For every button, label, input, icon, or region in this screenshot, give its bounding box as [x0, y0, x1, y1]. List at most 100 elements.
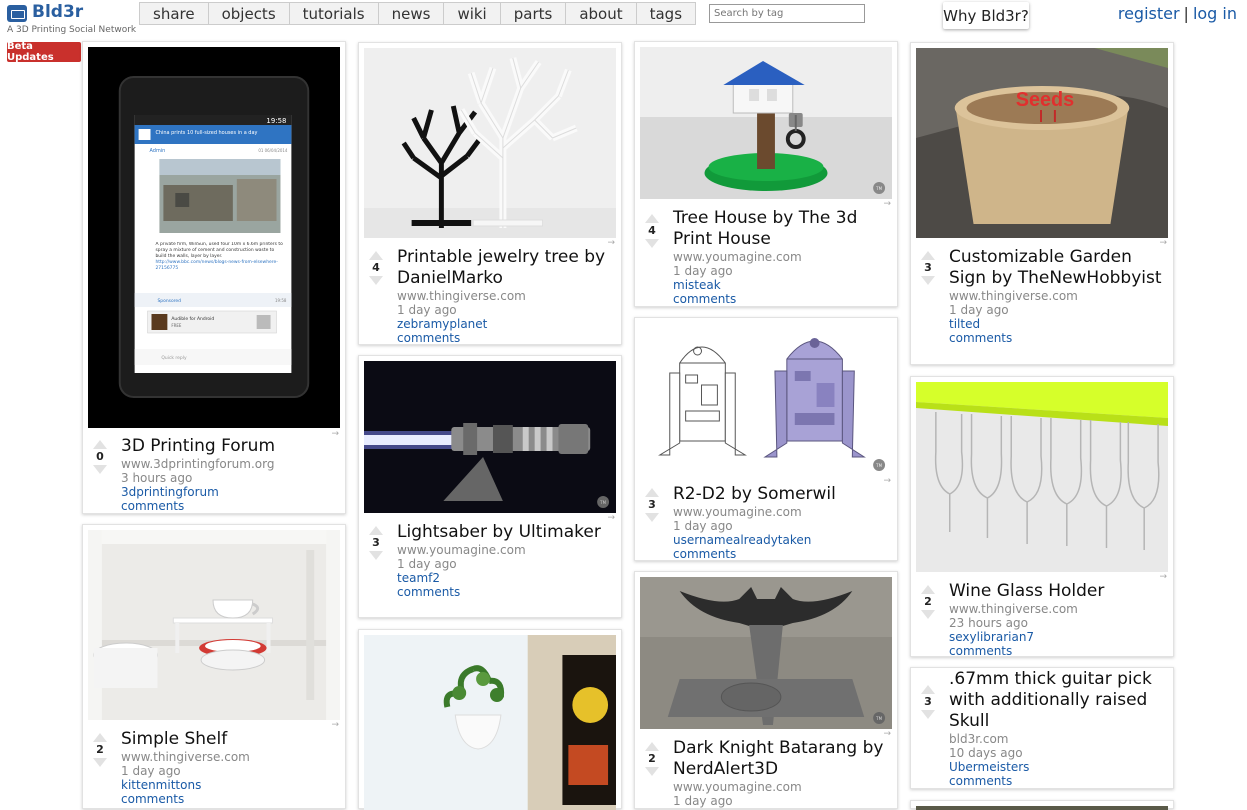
upvote-icon[interactable] [369, 251, 383, 260]
item-time: 1 day ago [397, 557, 457, 571]
item-title[interactable]: R2-D2 by Somerwil [673, 484, 891, 505]
upvote-icon[interactable] [369, 526, 383, 535]
item-thumbnail[interactable] [88, 530, 340, 720]
trademark-mark: TM [599, 500, 606, 505]
phone-article-body: A private firm, WinSun, used four 10m x … [155, 242, 283, 259]
vote-control: 3 [367, 526, 385, 560]
downvote-icon[interactable] [645, 513, 659, 522]
vote-count: 4 [372, 261, 380, 274]
item-comments-link[interactable]: comments [673, 292, 891, 306]
trademark-mark: TM [875, 186, 882, 191]
downvote-icon[interactable] [93, 758, 107, 767]
item-thumbnail[interactable]: TM [640, 47, 892, 199]
item-time: 1 day ago [949, 303, 1009, 317]
upvote-icon[interactable] [921, 685, 935, 694]
item-user-link[interactable]: 3dprintingforum [121, 485, 339, 499]
item-card: 3 .67mm thick guitar pick with additiona… [910, 667, 1174, 789]
nav-wiki[interactable]: wiki [444, 3, 501, 24]
upvote-icon[interactable] [93, 440, 107, 449]
upvote-icon[interactable] [645, 742, 659, 751]
downvote-icon[interactable] [921, 710, 935, 719]
downvote-icon[interactable] [921, 610, 935, 619]
item-source: bld3r.com [949, 732, 1009, 746]
auth-links: register | log in [1118, 4, 1237, 23]
item-user-link[interactable]: misteak [673, 278, 891, 292]
item-card [910, 800, 1174, 810]
phone-headline: China prints 10 full-sized houses in a d… [155, 130, 257, 136]
register-link[interactable]: register [1118, 4, 1180, 23]
vote-control: 4 [367, 251, 385, 285]
nav-parts[interactable]: parts [501, 3, 567, 24]
item-comments-link[interactable]: comments [397, 585, 615, 599]
item-info: Dark Knight Batarang by NerdAlert3D www.… [673, 738, 891, 808]
item-title[interactable]: 3D Printing Forum [121, 436, 339, 457]
item-comments-link[interactable]: comments [949, 644, 1167, 658]
item-title[interactable]: Dark Knight Batarang by NerdAlert3D [673, 738, 891, 780]
downvote-icon[interactable] [93, 465, 107, 474]
nav-objects[interactable]: objects [209, 3, 290, 24]
item-time: 10 days ago [949, 746, 1023, 760]
downvote-icon[interactable] [369, 276, 383, 285]
item-thumbnail[interactable] [916, 382, 1168, 572]
phone-sponsored-time: 19:58 [275, 298, 287, 303]
item-user-link[interactable]: kittenmittons [121, 778, 339, 792]
upvote-icon[interactable] [921, 251, 935, 260]
item-user-link[interactable]: sexylibrarian7 [949, 630, 1167, 644]
item-title[interactable]: Printable jewelry tree by DanielMarko [397, 247, 615, 289]
item-title[interactable]: Simple Shelf [121, 729, 339, 750]
item-title[interactable]: Tree House by The 3d Print House [673, 208, 891, 250]
item-thumbnail[interactable] [916, 806, 1168, 810]
nav-tutorials[interactable]: tutorials [290, 3, 379, 24]
item-source: www.youmagine.com [673, 505, 802, 519]
nav-tags[interactable]: tags [637, 3, 695, 24]
item-thumbnail[interactable]: TM [364, 361, 616, 513]
beta-updates-button[interactable]: Beta Updates [7, 41, 81, 63]
item-time: 3 hours ago [121, 471, 193, 485]
item-thumbnail[interactable]: TM [640, 323, 892, 476]
item-thumbnail[interactable]: 19:58 China prints 10 full-sized houses … [88, 47, 340, 428]
nav-share[interactable]: share [140, 3, 209, 24]
downvote-icon[interactable] [369, 551, 383, 560]
item-comments-link[interactable]: comments [673, 547, 891, 561]
item-user-link[interactable]: zebramyplanet [397, 317, 615, 331]
item-thumbnail[interactable] [364, 48, 616, 238]
tag-search-input[interactable] [709, 4, 865, 23]
item-thumbnail[interactable]: Seeds [916, 48, 1168, 238]
item-title[interactable]: Lightsaber by Ultimaker [397, 522, 615, 543]
why-bld3r-button[interactable]: Why Bld3r? [943, 2, 1029, 29]
item-time: 1 day ago [397, 303, 457, 317]
downvote-icon[interactable] [645, 767, 659, 776]
upvote-icon[interactable] [93, 733, 107, 742]
item-comments-link[interactable]: comments [949, 331, 1167, 345]
upvote-icon[interactable] [921, 585, 935, 594]
item-source: www.thingiverse.com [121, 750, 250, 764]
item-comments-link[interactable]: comments [397, 331, 615, 345]
item-time: 1 day ago [673, 264, 733, 278]
item-card: → 2 Simple Shelf www.thingiverse.com 1 d… [82, 524, 346, 809]
item-comments-link[interactable]: comments [121, 792, 339, 806]
item-comments-link[interactable]: comments [121, 499, 339, 513]
item-title[interactable]: Customizable Garden Sign by TheNewHobbyi… [949, 247, 1167, 289]
item-user-link[interactable]: teamf2 [397, 571, 615, 585]
login-link[interactable]: log in [1193, 4, 1237, 23]
item-user-link[interactable]: usernamealreadytaken [673, 533, 891, 547]
downvote-icon[interactable] [645, 239, 659, 248]
item-card: TM → 3 Lightsaber by Ultimaker www.youma… [358, 355, 622, 618]
item-thumbnail[interactable] [364, 635, 616, 810]
nav-news[interactable]: news [379, 3, 445, 24]
item-card: TM → 3 R2-D2 by Somerwil www.youmagine.c… [634, 317, 898, 561]
nav-about[interactable]: about [566, 3, 637, 24]
item-comments-link[interactable]: comments [949, 774, 1167, 788]
item-user-link[interactable]: tilted [949, 317, 1167, 331]
upvote-icon[interactable] [645, 488, 659, 497]
phone-date: 01 06/04/2014 [258, 148, 288, 153]
item-thumbnail[interactable]: TM [640, 577, 892, 729]
phone-article-link: http://www.bbc.com/news/blogs-news-from-… [155, 260, 278, 271]
item-title[interactable]: .67mm thick guitar pick with additionall… [949, 669, 1167, 732]
item-info: Tree House by The 3d Print House www.you… [673, 208, 891, 306]
downvote-icon[interactable] [921, 276, 935, 285]
upvote-icon[interactable] [645, 214, 659, 223]
item-user-link[interactable]: Ubermeisters [949, 760, 1167, 774]
item-title[interactable]: Wine Glass Holder [949, 581, 1167, 602]
item-info: 3D Printing Forum www.3dprintingforum.or… [121, 436, 339, 513]
